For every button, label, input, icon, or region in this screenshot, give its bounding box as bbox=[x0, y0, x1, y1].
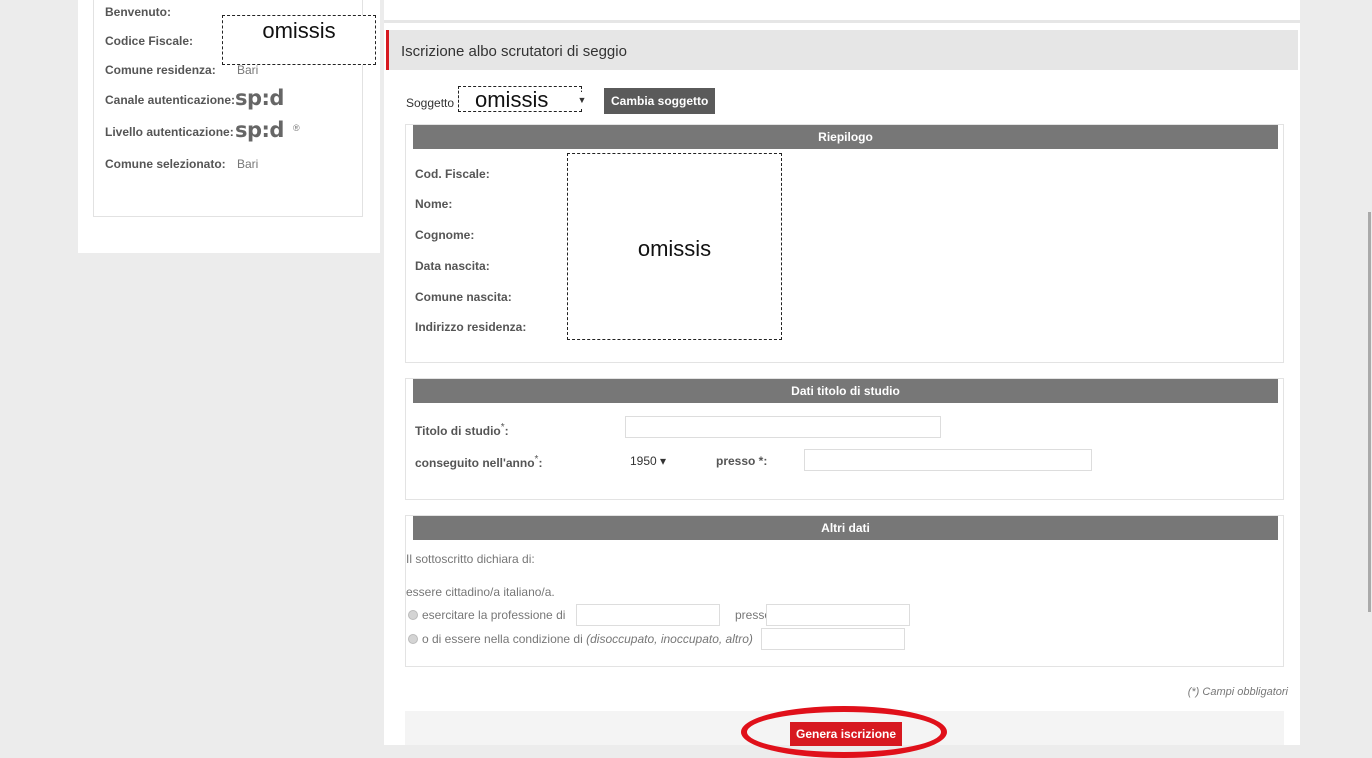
altri-dati-heading: Altri dati bbox=[413, 516, 1278, 540]
comune-selezionato-value: Bari bbox=[237, 157, 259, 171]
soggetto-label: Soggetto bbox=[406, 96, 455, 110]
indirizzo-residenza-label: Indirizzo residenza: bbox=[415, 320, 527, 334]
redacted-user-info: omissis bbox=[222, 15, 376, 65]
nome-label: Nome: bbox=[415, 197, 453, 211]
codice-fiscale-label: Codice Fiscale: bbox=[105, 34, 194, 48]
titolo-studio-section: Dati titolo di studio Titolo di studio*:… bbox=[405, 378, 1284, 500]
altri-dati-section: Altri dati Il sottoscritto dichiara di: … bbox=[405, 515, 1284, 667]
condizione-radio[interactable] bbox=[408, 634, 418, 644]
anno-label: conseguito nell'anno*: bbox=[415, 454, 543, 470]
main-content: Iscrizione albo scrutatori di seggio Sog… bbox=[384, 0, 1300, 758]
scrollbar[interactable] bbox=[1368, 212, 1371, 612]
comune-residenza-label: Comune residenza: bbox=[105, 63, 216, 77]
data-nascita-label: Data nascita: bbox=[415, 259, 490, 273]
page-title: Iscrizione albo scrutatori di seggio bbox=[401, 43, 627, 60]
riepilogo-section: Riepilogo Cod. Fiscale: Nome: Cognome: D… bbox=[405, 124, 1284, 363]
comune-nascita-label: Comune nascita: bbox=[415, 290, 512, 304]
comune-selezionato-label: Comune selezionato: bbox=[105, 157, 226, 171]
soggetto-dropdown-arrow-icon[interactable]: ▼ bbox=[572, 92, 592, 108]
campi-obbligatori-note: (*) Campi obbligatori bbox=[1187, 686, 1288, 698]
canale-autenticazione-label: Canale autenticazione: bbox=[105, 93, 236, 107]
genera-iscrizione-button[interactable]: Genera iscrizione bbox=[790, 722, 903, 746]
dichiara-intro: Il sottoscritto dichiara di: bbox=[406, 552, 535, 566]
titolo-studio-heading: Dati titolo di studio bbox=[413, 379, 1278, 403]
cod-fiscale-label: Cod. Fiscale: bbox=[415, 167, 490, 181]
registered-mark-icon: ® bbox=[293, 123, 300, 133]
benvenuto-label: Benvenuto: bbox=[105, 5, 171, 19]
professione-input[interactable] bbox=[576, 604, 720, 626]
comune-residenza-value: Bari bbox=[237, 63, 259, 77]
titolo-studio-label: Titolo di studio*: bbox=[415, 422, 509, 438]
condizione-input[interactable] bbox=[761, 628, 905, 650]
cognome-label: Cognome: bbox=[415, 228, 475, 242]
professione-radio[interactable] bbox=[408, 610, 418, 620]
condizione-label: o di essere nella condizione di (disoccu… bbox=[422, 632, 753, 646]
page-title-bar: Iscrizione albo scrutatori di seggio bbox=[386, 30, 1298, 70]
presso-label: presso *: bbox=[716, 454, 768, 468]
cittadino-text: essere cittadino/a italiano/a. bbox=[406, 585, 555, 599]
presso-titolo-input[interactable] bbox=[804, 449, 1092, 471]
presso-professione-input[interactable] bbox=[766, 604, 910, 626]
redacted-riepilogo: omissis bbox=[567, 153, 782, 340]
spid-logo-icon: sp:d bbox=[235, 86, 284, 110]
cambia-soggetto-button[interactable]: Cambia soggetto bbox=[604, 88, 716, 114]
titolo-studio-input[interactable] bbox=[625, 416, 941, 438]
soggetto-select[interactable]: omissis bbox=[458, 86, 582, 112]
spid-level-logo-icon: sp:d bbox=[235, 118, 284, 142]
riepilogo-heading: Riepilogo bbox=[413, 125, 1278, 149]
professione-label: esercitare la professione di bbox=[422, 608, 566, 622]
top-strip bbox=[384, 0, 1300, 23]
livello-autenticazione-label: Livello autenticazione: bbox=[105, 125, 234, 139]
anno-select[interactable]: 1950 ▾ bbox=[630, 454, 666, 468]
